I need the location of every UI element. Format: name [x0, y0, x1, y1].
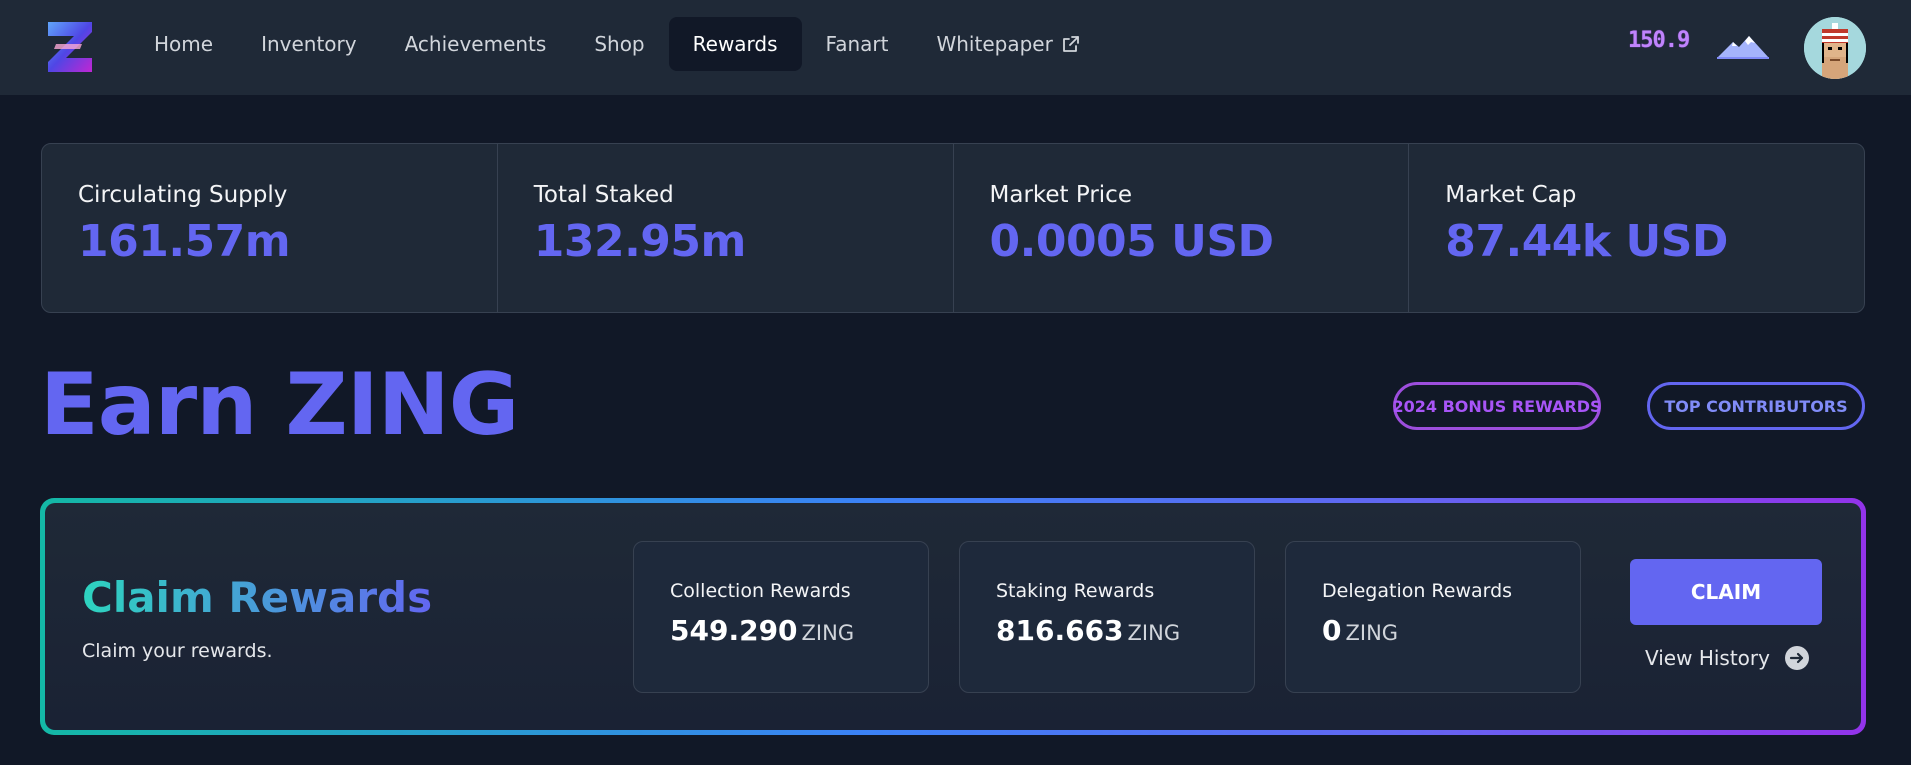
stat-label: Market Cap: [1445, 182, 1577, 208]
claim-subtitle: Claim your rewards.: [82, 640, 273, 662]
top-contributors-button[interactable]: TOP CONTRIBUTORS: [1647, 382, 1865, 430]
stat-value: 0.0005 USD: [989, 216, 1275, 267]
nav-link-achievements[interactable]: Achievements: [381, 17, 571, 71]
page-title: Earn ZING: [40, 355, 519, 455]
z-logo-icon[interactable]: [44, 18, 96, 76]
nav-link-fanart[interactable]: Fanart: [802, 17, 913, 71]
reward-label: Delegation Rewards: [1322, 580, 1513, 602]
stat-value: 161.57m: [78, 216, 291, 267]
nav-link-label: Achievements: [404, 32, 547, 56]
reward-unit: ZING: [1345, 621, 1399, 645]
stat-label: Total Staked: [533, 182, 674, 208]
reward-label: Collection Rewards: [670, 580, 851, 602]
nav-link-rewards[interactable]: Rewards: [668, 17, 802, 71]
nav-link-label: Inventory: [261, 32, 357, 56]
nav-link-label: Rewards: [692, 32, 778, 56]
claim-button[interactable]: CLAIM: [1630, 559, 1822, 625]
top-nav: Home Inventory Achievements Shop Rewards…: [0, 0, 1911, 95]
stat-market-price: Market Price 0.0005 USD: [954, 144, 1410, 312]
zing-balance: 150.9: [1628, 28, 1690, 53]
reward-value: 0: [1322, 614, 1342, 647]
reward-amount: 549.290 ZING: [670, 614, 892, 647]
claim-rewards-inner: Claim Rewards Claim your rewards. Collec…: [45, 503, 1861, 730]
reward-value: 816.663: [996, 614, 1124, 647]
collection-rewards-card: Collection Rewards 549.290 ZING: [633, 541, 929, 693]
mountain-icon: [1717, 36, 1769, 59]
nav-link-shop[interactable]: Shop: [570, 17, 668, 71]
nav-link-home[interactable]: Home: [130, 17, 237, 71]
pixel-avatar-icon[interactable]: [1804, 17, 1866, 79]
stat-label: Market Price: [989, 182, 1132, 208]
arrow-right-circle-icon: [1784, 646, 1809, 670]
reward-amount: 0 ZING: [1322, 614, 1544, 647]
nav-link-label: Fanart: [825, 32, 889, 56]
delegation-rewards-card: Delegation Rewards 0 ZING: [1285, 541, 1581, 693]
nav-link-label: Shop: [594, 32, 645, 56]
claim-rewards-panel: Claim Rewards Claim your rewards. Collec…: [40, 498, 1866, 735]
nav-link-label: Home: [154, 32, 214, 56]
stat-value: 132.95m: [533, 216, 747, 267]
reward-unit: ZING: [1127, 621, 1181, 645]
reward-amount: 816.663 ZING: [996, 614, 1218, 647]
nav-link-inventory[interactable]: Inventory: [237, 17, 381, 71]
stat-value: 87.44k USD: [1445, 216, 1728, 267]
nav-link-whitepaper[interactable]: Whitepaper: [912, 17, 1104, 71]
nav-links: Home Inventory Achievements Shop Rewards…: [130, 17, 1105, 71]
view-history-label: View History: [1645, 646, 1770, 670]
token-stats: Circulating Supply 161.57m Total Staked …: [41, 143, 1865, 313]
nav-link-label: Whitepaper: [936, 32, 1053, 56]
stat-circulating-supply: Circulating Supply 161.57m: [42, 144, 498, 312]
stat-label: Circulating Supply: [78, 182, 288, 208]
view-history-link[interactable]: View History: [1645, 641, 1810, 675]
claim-title: Claim Rewards: [82, 573, 433, 622]
reward-label: Staking Rewards: [996, 580, 1155, 602]
staking-rewards-card: Staking Rewards 816.663 ZING: [959, 541, 1255, 693]
reward-value: 549.290: [670, 614, 798, 647]
reward-unit: ZING: [801, 621, 855, 645]
bonus-rewards-button[interactable]: 2024 BONUS REWARDS: [1392, 382, 1602, 430]
stat-market-cap: Market Cap 87.44k USD: [1409, 144, 1864, 312]
external-link-icon: [1062, 36, 1079, 52]
stat-total-staked: Total Staked 132.95m: [498, 144, 954, 312]
